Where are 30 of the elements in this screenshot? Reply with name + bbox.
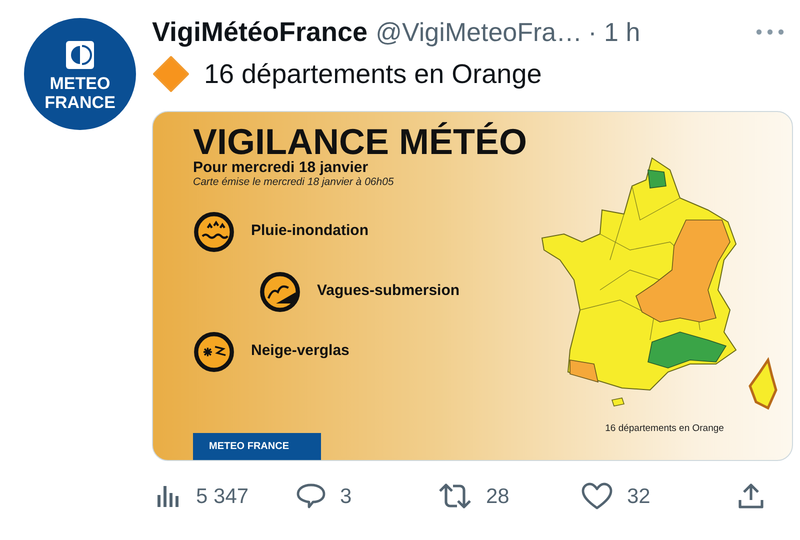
logo-text: METEO — [50, 74, 110, 93]
hazard-icon — [193, 210, 235, 252]
hazard-label: Vagues-submersion — [317, 281, 460, 302]
action-count: 28 — [486, 484, 510, 510]
hazard-icon — [259, 270, 301, 312]
action-count: 5 347 — [196, 484, 249, 510]
map-caption: 16 départements en Orange — [605, 422, 724, 436]
share-icon[interactable] — [737, 482, 765, 510]
card-footer: METEO FRANCE — [193, 432, 321, 460]
author-name[interactable]: VigiMétéoFrance — [152, 14, 368, 50]
issue-date: Carte émise le mercredi 18 janvier à 06h05 — [193, 176, 395, 188]
hazard-label: Pluie-inondation — [251, 221, 368, 242]
hazard-icon — [193, 330, 235, 372]
action-count: 32 — [627, 484, 650, 510]
retweet-icon[interactable] — [438, 482, 472, 510]
author-handle[interactable]: @VigiMeteoFra… — [376, 14, 582, 50]
image-card[interactable]: VIGILANCE MÉTÉO Pour mercredi 18 janvier Carte émise le mercredi 18 janvier à 06h05 Pluie-inondation Vagues-submersion Neige-verglas METEO FRANCE 16 départements en Orange — [152, 110, 794, 460]
card-title: VIGILANCE MÉTÉO — [193, 124, 528, 160]
avatar[interactable]: METEO FRANCE — [24, 18, 136, 130]
card-subtitle: Pour mercredi 18 janvier — [193, 160, 370, 176]
tweet-text: 16 départements en Orange — [204, 58, 542, 91]
diamond-icon — [152, 55, 190, 94]
more-icon[interactable] — [755, 28, 786, 36]
tweet-time[interactable]: · 1 h — [588, 14, 640, 50]
logo-icon — [65, 40, 95, 70]
logo-text: FRANCE — [44, 93, 116, 112]
like-icon[interactable] — [581, 482, 613, 510]
action-count: 3 — [340, 484, 352, 510]
reply-icon[interactable] — [296, 482, 326, 510]
hazard-label: Neige-verglas — [251, 341, 350, 362]
